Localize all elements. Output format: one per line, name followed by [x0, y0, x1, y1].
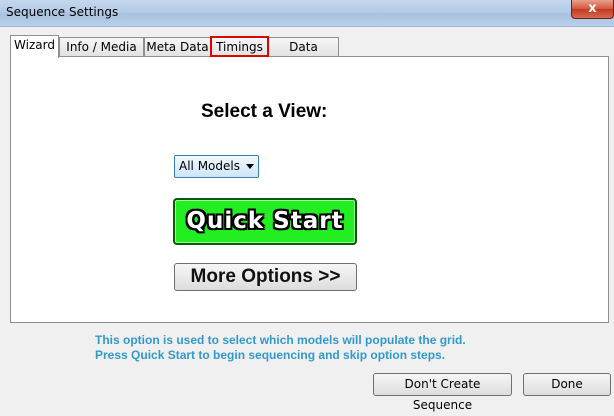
view-select-value: All Models [179, 159, 240, 173]
close-button[interactable]: x [571, 0, 614, 19]
window-title: Sequence Settings [6, 5, 119, 19]
hint-text-line-1: This option is used to select which mode… [95, 333, 466, 347]
quick-start-button[interactable]: Quick Start [173, 198, 357, 245]
tab-meta-data[interactable]: Meta Data [144, 37, 211, 56]
done-button[interactable]: Done [523, 373, 611, 396]
tab-label: Meta Data [146, 40, 209, 54]
close-icon: x [588, 1, 597, 16]
tab-label: Timings [216, 40, 263, 54]
hint-text-line-2: Press Quick Start to begin sequencing an… [95, 348, 446, 362]
tab-info-media[interactable]: Info / Media [59, 37, 144, 56]
more-options-button[interactable]: More Options >> [174, 263, 357, 291]
chevron-down-icon [246, 164, 254, 169]
dont-create-sequence-button[interactable]: Don't Create Sequence [373, 373, 512, 412]
view-select-dropdown[interactable]: All Models [174, 155, 259, 178]
title-bar: Sequence Settings x [0, 0, 614, 27]
tab-timings[interactable]: Timings [210, 36, 269, 57]
tab-data-layers[interactable]: Data Layers [268, 37, 339, 73]
tab-label: Wizard [14, 38, 55, 52]
select-view-heading: Select a View: [201, 101, 328, 122]
tab-label: Info / Media [66, 40, 137, 54]
tab-wizard[interactable]: Wizard [10, 35, 59, 58]
